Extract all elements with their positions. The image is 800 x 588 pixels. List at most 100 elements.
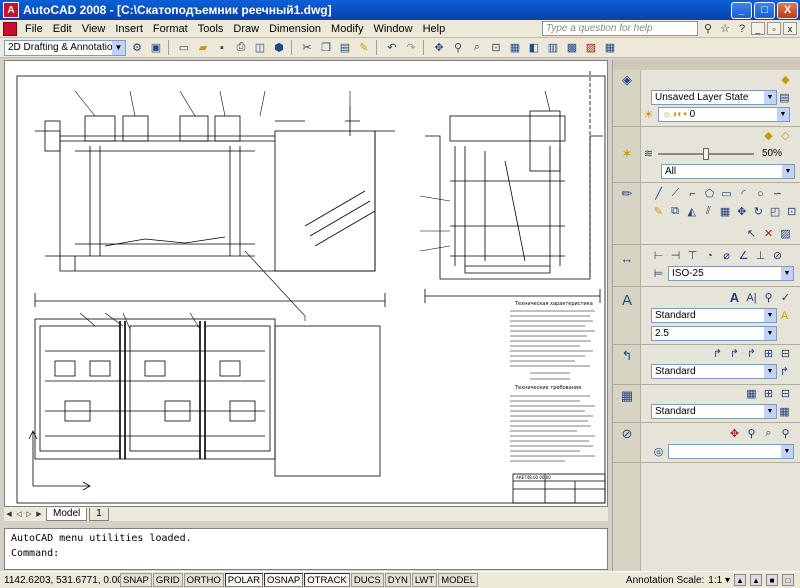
grid-toggle[interactable]: GRID [152,573,183,587]
rotate-tool-icon[interactable]: ↻ [751,204,766,219]
command-window[interactable]: AutoCAD menu utilities loaded. Command: [4,528,608,570]
arc-tool-icon[interactable]: ◜ [736,186,751,201]
tab-layout-1[interactable]: 1 [89,507,109,521]
help-search-input[interactable]: Type a question for help [542,21,698,36]
offset-tool-icon[interactable]: ⫽ [701,204,716,219]
radius-dim-icon[interactable]: ◔ [702,248,717,263]
workspace-select[interactable]: 2D Drafting & Annotation ▼ [4,39,126,56]
polar-toggle[interactable]: POLAR [224,573,263,587]
menu-format[interactable]: Format [148,23,193,35]
line-tool-icon[interactable]: ╱ [651,186,666,201]
maximize-button[interactable]: □ [754,1,775,19]
otrack-toggle[interactable]: OTRACK [304,573,350,587]
multileader-style-manager-icon[interactable]: ↱ [777,364,792,379]
layer-properties-icon[interactable]: ◆ [778,72,793,87]
angular-dim-icon[interactable]: ∠ [736,248,751,263]
osnap-toggle[interactable]: OSNAP [263,573,304,587]
menu-help[interactable]: Help [418,23,451,35]
menu-draw[interactable]: Draw [228,23,264,35]
close-button[interactable]: X [777,1,798,19]
navigation-panel-icon[interactable]: ⊘ [619,426,635,442]
remove-leader-icon[interactable]: ↱ [744,346,759,361]
dim-style-select[interactable]: ISO-25 ▼ [668,266,794,281]
dyn-toggle[interactable]: DYN [384,573,411,587]
tab-last-icon[interactable]: ▶ [34,508,44,520]
continue-dim-icon[interactable]: ⊤ [685,248,700,263]
menu-dimension[interactable]: Dimension [264,23,326,35]
workspace-save-icon[interactable]: ▣ [148,40,164,56]
tab-model[interactable]: Model [46,507,88,521]
construction-line-icon[interactable]: ⟋ [668,186,683,201]
redo-icon[interactable]: ↷ [403,40,419,56]
print-icon[interactable]: ⎙ [233,40,249,56]
help-star-icon[interactable]: ☆ [718,22,732,36]
ducs-toggle[interactable]: DUCS [350,573,384,587]
document-menu-icon[interactable] [3,21,17,36]
cut-icon[interactable]: ✂ [299,40,315,56]
zoom-window-icon[interactable]: ⌕ [469,40,485,56]
close-palette-icon[interactable]: ✕ [761,226,776,241]
lwt-toggle[interactable]: LWT [411,573,438,587]
annotation-visibility-icon[interactable]: ▲ [734,574,746,586]
text-height-select[interactable]: 2.5 ▼ [651,326,777,341]
design-center-icon[interactable]: ◧ [526,40,542,56]
paste-icon[interactable]: ▤ [337,40,353,56]
tab-prev-icon[interactable]: ◁ [14,508,24,520]
layer-isolate-icon[interactable]: ◆ [761,128,776,143]
draw-panel-icon[interactable]: ✏ [619,186,635,202]
menu-edit[interactable]: Edit [48,23,77,35]
tables-panel-icon[interactable]: ▦ [619,388,635,404]
layer-fade-panel-icon[interactable]: ✶ [619,146,635,162]
table-data-link-icon[interactable]: ⊞ [761,386,776,401]
pan-realtime-icon[interactable]: ✥ [727,426,742,441]
zoom-previous-icon[interactable]: ⊡ [488,40,504,56]
zoom-extents-icon[interactable]: ⌕ [761,426,776,441]
tab-next-icon[interactable]: ▷ [24,508,34,520]
layer-filter-select[interactable]: All ▼ [661,164,795,179]
menu-file[interactable]: File [20,23,48,35]
table-style-manager-icon[interactable]: ▦ [777,404,792,419]
tab-first-icon[interactable]: ◀ [4,508,14,520]
dimensions-panel-icon[interactable]: ↔ [619,250,635,266]
drawing-canvas[interactable]: Техническая характеристика Технические т… [4,60,608,507]
layer-state-manager-icon[interactable]: ▤ [777,90,792,105]
copy-icon[interactable]: ❐ [318,40,334,56]
view-manager-icon[interactable]: ◎ [651,444,666,459]
collect-leader-icon[interactable]: ⊟ [778,346,793,361]
linear-dim-icon[interactable]: ⊢ [651,248,666,263]
layer-bulb-icon[interactable]: ☀ [641,107,656,122]
array-tool-icon[interactable]: ▦ [718,204,733,219]
circle-tool-icon[interactable]: ○ [753,186,768,201]
doc-minimize-button[interactable]: _ [751,22,765,35]
aligned-dim-icon[interactable]: ⊣ [668,248,683,263]
new-file-icon[interactable]: ▭ [176,40,192,56]
text-style-manager-icon[interactable]: A [777,308,792,323]
minimize-button[interactable]: _ [731,1,752,19]
baseline-dim-icon[interactable]: ⊥ [753,248,768,263]
polyline-tool-icon[interactable]: ⌐ [685,186,700,201]
layers-panel-icon[interactable]: ◈ [619,72,635,88]
match-properties-icon[interactable]: ✎ [356,40,372,56]
stretch-tool-icon[interactable]: ⊡ [784,204,799,219]
markup-icon[interactable]: ▨ [583,40,599,56]
calculator-icon[interactable]: ▦ [602,40,618,56]
help-question-icon[interactable]: ? [735,22,749,36]
zoom-icon[interactable]: ⚲ [450,40,466,56]
dim-update-icon[interactable]: ⊘ [770,248,785,263]
align-leader-icon[interactable]: ⊞ [761,346,776,361]
erase-tool-icon[interactable]: ✎ [651,204,666,219]
command-prompt[interactable]: Command: [11,548,601,563]
layer-select[interactable]: ☼◑◐▪ 0 ▼ [658,107,790,122]
publish-icon[interactable]: ⬢ [271,40,287,56]
single-line-text-icon[interactable]: A| [744,290,759,305]
add-leader-icon[interactable]: ↱ [727,346,742,361]
spell-check-icon[interactable]: ✓ [778,290,793,305]
save-icon[interactable]: ▪ [214,40,230,56]
autocad-logo-icon[interactable]: A [3,2,19,18]
hatch-icon[interactable]: ▨ [778,226,793,241]
properties-icon[interactable]: ▦ [507,40,523,56]
diameter-dim-icon[interactable]: ⌀ [719,248,734,263]
multileader-icon[interactable]: ↱ [710,346,725,361]
table-style-select[interactable]: Standard ▼ [651,404,777,419]
workspace-settings-icon[interactable]: ⚙ [129,40,145,56]
